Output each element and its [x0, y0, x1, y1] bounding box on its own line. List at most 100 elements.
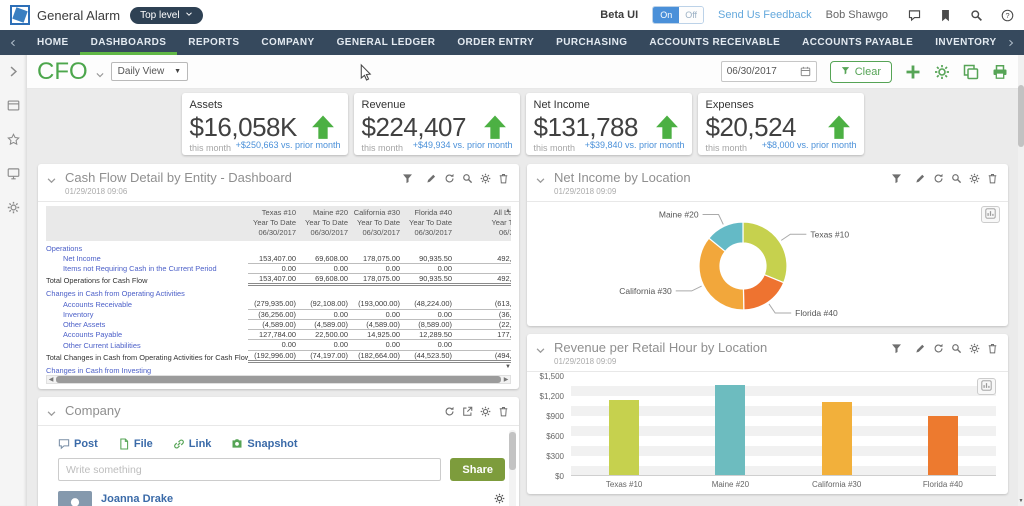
- chart-export-button[interactable]: [977, 378, 996, 396]
- funnel-icon[interactable]: [891, 343, 902, 354]
- row-label[interactable]: Other Current Liabilities: [46, 342, 248, 351]
- kpi-card-assets[interactable]: Assets $16,058K this month +$250,663 vs. pr…: [181, 93, 348, 155]
- kpi-card-revenue[interactable]: Revenue $224,407 this month +$49,934 vs. pr…: [353, 93, 520, 155]
- row-label[interactable]: Items not Requiring Cash in the Current …: [46, 265, 248, 274]
- gear-icon[interactable]: [969, 343, 980, 354]
- post-action-file[interactable]: File: [118, 438, 153, 450]
- donut-slice-florida-40[interactable]: [742, 274, 785, 311]
- nav-item-accounts-receivable[interactable]: ACCOUNTS RECEIVABLE: [638, 30, 791, 55]
- collapse-panel-icon[interactable]: [535, 173, 546, 184]
- donut-slice-texas-10[interactable]: [742, 221, 788, 284]
- search-icon[interactable]: [951, 343, 962, 354]
- nav-item-home[interactable]: HOME: [26, 30, 80, 55]
- refresh-icon[interactable]: [933, 343, 944, 354]
- column-header-texas-10[interactable]: Texas #10 Year To Date 06/30/2017: [248, 208, 300, 237]
- user-name[interactable]: Bob Shawgo: [826, 9, 888, 21]
- scrollbar-thumb[interactable]: [56, 376, 501, 384]
- kpi-card-expenses[interactable]: Expenses $20,524 this month +$8,000 vs. pri…: [697, 93, 864, 155]
- sidebar-chevron-right-icon[interactable]: [7, 65, 20, 78]
- collapse-panel-icon[interactable]: [46, 406, 57, 417]
- page-scrollbar[interactable]: ▼: [1018, 55, 1024, 506]
- nav-item-accounts-payable[interactable]: ACCOUNTS PAYABLE: [791, 30, 924, 55]
- funnel-icon[interactable]: [891, 173, 902, 184]
- row-label[interactable]: Net Income: [46, 255, 248, 264]
- bar-maine-20[interactable]: [715, 384, 746, 476]
- feed-scrollbar[interactable]: [509, 430, 516, 506]
- post-action-snapshot[interactable]: Snapshot: [231, 438, 298, 450]
- refresh-icon[interactable]: [444, 173, 455, 184]
- column-header-all-locati[interactable]: All LocatiYear To D06/30/2: [456, 208, 511, 237]
- post-author[interactable]: Joanna Drake: [101, 493, 173, 505]
- trash-icon[interactable]: [498, 406, 509, 417]
- toggle-on[interactable]: On: [653, 7, 680, 23]
- trash-icon[interactable]: [987, 343, 998, 354]
- row-label[interactable]: Inventory: [46, 311, 248, 320]
- row-label[interactable]: Operations: [46, 245, 248, 254]
- post-action-post[interactable]: Post: [58, 438, 98, 450]
- chart-export-button[interactable]: [981, 206, 1000, 224]
- org-scope-dropdown[interactable]: Top level: [130, 6, 203, 24]
- pencil-icon[interactable]: [915, 173, 926, 184]
- column-header-california-30[interactable]: California #30 Year To Date 06/30/2017: [352, 208, 404, 237]
- calendar-icon[interactable]: [800, 66, 811, 77]
- nav-item-dashboards[interactable]: DASHBOARDS: [79, 30, 178, 55]
- gear-icon[interactable]: [480, 406, 491, 417]
- clear-filter-button[interactable]: Clear: [829, 60, 892, 83]
- bar-texas-10[interactable]: [609, 399, 640, 476]
- printer-button[interactable]: [992, 64, 1008, 80]
- row-label[interactable]: Other Assets: [46, 321, 248, 330]
- funnel-icon[interactable]: [402, 173, 413, 184]
- pencil-icon[interactable]: [426, 173, 437, 184]
- copy-button[interactable]: [963, 64, 979, 80]
- bar-florida-40[interactable]: [927, 415, 958, 476]
- nav-item-reports[interactable]: REPORTS: [177, 30, 250, 55]
- nav-item-order-entry[interactable]: ORDER ENTRY: [446, 30, 545, 55]
- bar-california-30[interactable]: [821, 401, 852, 476]
- share-button[interactable]: Share: [450, 458, 505, 482]
- nav-item-inventory-control[interactable]: INVENTORY CONTROL: [924, 30, 998, 55]
- scrollbar-thumb[interactable]: [1018, 85, 1024, 147]
- scroll-left-icon[interactable]: ◀: [47, 376, 55, 383]
- dashboard-title-chevron-icon[interactable]: [95, 67, 105, 77]
- date-filter-input[interactable]: 06/30/2017: [720, 61, 817, 82]
- collapse-panel-icon[interactable]: [46, 173, 57, 184]
- pencil-icon[interactable]: [915, 343, 926, 354]
- sidebar-gear-icon[interactable]: [7, 201, 20, 214]
- post-options-gear-icon[interactable]: [494, 491, 505, 504]
- table-horizontal-scrollbar[interactable]: ◀ ▶: [46, 375, 511, 385]
- help-icon[interactable]: ?: [1001, 9, 1014, 22]
- row-label[interactable]: Changes in Cash from Operating Activitie…: [46, 290, 248, 299]
- gear-icon[interactable]: [969, 173, 980, 184]
- nav-item-purchasing[interactable]: PURCHASING: [545, 30, 638, 55]
- toggle-off[interactable]: Off: [679, 7, 704, 23]
- nav-back-arrow[interactable]: [0, 30, 26, 55]
- trash-icon[interactable]: [987, 173, 998, 184]
- sidebar-monitor-icon[interactable]: [7, 167, 20, 180]
- refresh-icon[interactable]: [933, 173, 944, 184]
- nav-item-company[interactable]: COMPANY: [250, 30, 325, 55]
- scroll-right-icon[interactable]: ▶: [502, 376, 510, 383]
- send-feedback-link[interactable]: Send Us Feedback: [718, 9, 812, 21]
- nav-forward-arrow[interactable]: [998, 30, 1024, 55]
- nav-item-general-ledger[interactable]: GENERAL LEDGER: [326, 30, 447, 55]
- column-header-florida-40[interactable]: Florida #40 Year To Date 06/30/2017: [404, 208, 456, 237]
- chat-icon[interactable]: [908, 9, 921, 22]
- bookmark-icon[interactable]: [939, 9, 952, 22]
- refresh-icon[interactable]: [444, 406, 455, 417]
- search-icon[interactable]: [462, 173, 473, 184]
- sidebar-panel-icon[interactable]: [7, 99, 20, 112]
- post-action-link[interactable]: Link: [173, 438, 211, 450]
- view-selector[interactable]: Daily View ▼: [110, 62, 189, 81]
- beta-ui-toggle[interactable]: On Off: [652, 6, 705, 24]
- post-composer-input[interactable]: [58, 458, 442, 482]
- column-header-maine-20[interactable]: Maine #20 Year To Date 06/30/2017: [300, 208, 352, 237]
- search-icon[interactable]: [970, 9, 983, 22]
- gear-button[interactable]: [934, 64, 950, 80]
- sort-asc-icon[interactable]: ▲: [505, 208, 511, 214]
- row-label[interactable]: Accounts Payable: [46, 331, 248, 340]
- external-icon[interactable]: [462, 406, 473, 417]
- sidebar-star-icon[interactable]: [6, 133, 20, 146]
- scroll-down-icon[interactable]: ▼: [1018, 498, 1024, 504]
- row-label[interactable]: Accounts Receivable: [46, 301, 248, 310]
- gear-icon[interactable]: [480, 173, 491, 184]
